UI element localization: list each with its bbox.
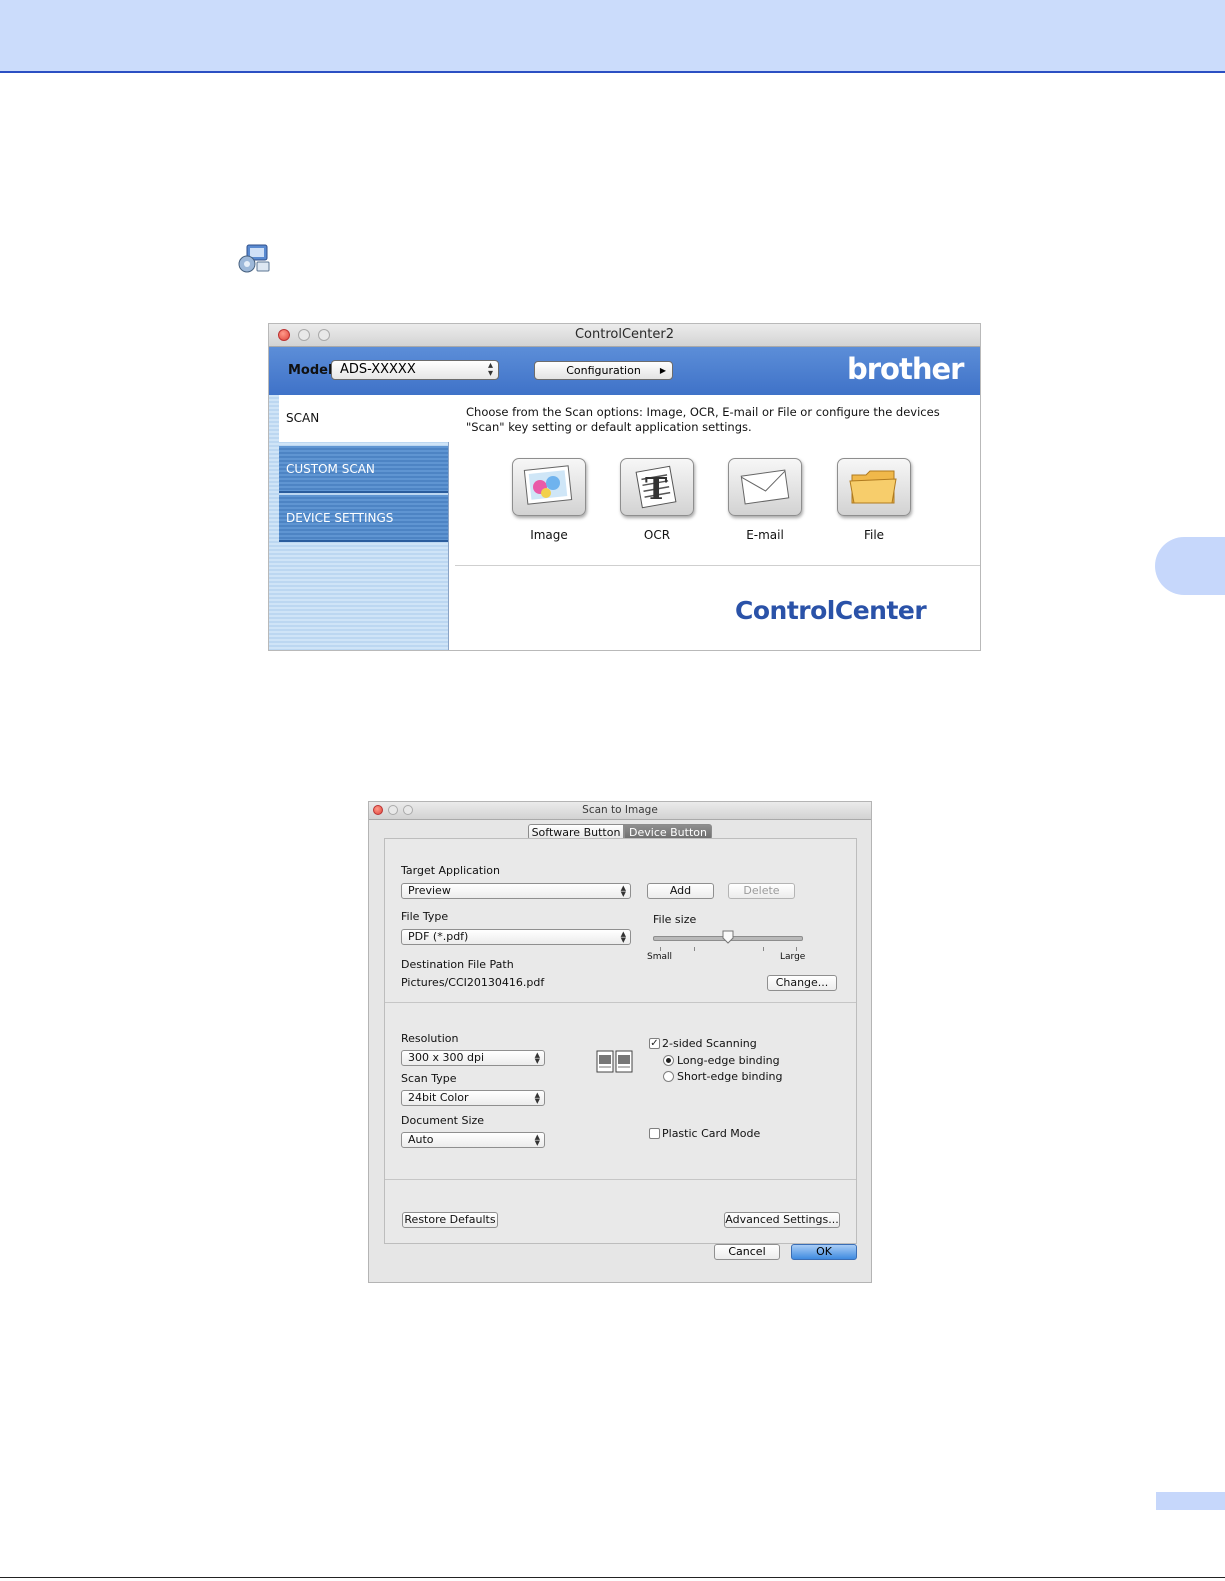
duplex-pages-icon	[596, 1050, 633, 1073]
configuration-button[interactable]: Configuration ▶	[534, 361, 673, 380]
sidebar-item-device-settings[interactable]: DEVICE SETTINGS	[279, 495, 448, 542]
page-number-tab	[1156, 1492, 1225, 1510]
destination-file-path-value: Pictures/CCI20130416.pdf	[401, 976, 545, 989]
ocr-icon: T	[635, 465, 677, 509]
file-type-select[interactable]: PDF (*.pdf) ▲ ▼	[401, 929, 631, 945]
updown-arrows-icon: ▲ ▼	[534, 1133, 540, 1147]
target-application-value: Preview	[408, 884, 451, 897]
model-value: ADS-XXXXX	[340, 362, 416, 377]
controlcenter2-window: ControlCenter2 Model ADS-XXXXX ▴ ▾ Config…	[268, 323, 981, 651]
configuration-label: Configuration	[566, 364, 641, 377]
scan-option-image[interactable]: Image	[504, 458, 594, 542]
description-line-2: "Scan" key setting or default applicatio…	[466, 420, 752, 434]
dialog-titlebar: Scan to Image	[369, 802, 871, 820]
model-label: Model	[288, 363, 333, 378]
plastic-card-mode-label: Plastic Card Mode	[662, 1127, 761, 1140]
file-label: File	[863, 528, 885, 542]
chapter-tab	[1155, 537, 1225, 595]
play-arrow-icon: ▶	[659, 366, 666, 375]
window-titlebar: ControlCenter2	[269, 324, 980, 347]
file-type-value: PDF (*.pdf)	[408, 930, 469, 943]
resolution-label: Resolution	[401, 1032, 459, 1045]
scan-panel: Choose from the Scan options: Image, OCR…	[449, 395, 980, 650]
description-line-1: Choose from the Scan options: Image, OCR…	[466, 405, 940, 419]
sidebar-item-scan[interactable]: SCAN	[279, 395, 449, 442]
folder-icon	[849, 470, 897, 504]
file-size-small-label: Small	[647, 952, 672, 962]
target-application-label: Target Application	[401, 864, 500, 877]
updown-arrows-icon: ▴ ▾	[487, 360, 493, 379]
sidebar-item-custom-scan[interactable]: CUSTOM SCAN	[279, 446, 448, 493]
restore-defaults-button[interactable]: Restore Defaults	[402, 1212, 498, 1228]
plastic-card-mode-checkbox[interactable]	[649, 1128, 660, 1139]
delete-button[interactable]: Delete	[728, 883, 795, 899]
document-size-value: Auto	[408, 1133, 434, 1146]
brother-logo: brother	[847, 352, 964, 386]
scan-description: Choose from the Scan options: Image, OCR…	[466, 405, 976, 435]
two-sided-scanning-checkbox[interactable]: ✓	[649, 1038, 660, 1049]
section-separator	[385, 1002, 856, 1003]
sidebar: SCAN CUSTOM SCAN DEVICE SETTINGS	[269, 395, 449, 650]
ok-button[interactable]: OK	[791, 1244, 857, 1260]
resolution-value: 300 x 300 dpi	[408, 1051, 485, 1064]
scan-option-email[interactable]: E-mail	[720, 458, 810, 542]
updown-arrows-icon: ▲ ▼	[620, 930, 626, 944]
long-edge-binding-label: Long-edge binding	[677, 1054, 780, 1067]
image-label: Image	[530, 528, 568, 542]
updown-arrows-icon: ▲ ▼	[534, 1051, 540, 1065]
advanced-settings-button[interactable]: Advanced Settings...	[724, 1212, 840, 1228]
page-header-band	[0, 0, 1225, 73]
toolbar: Model ADS-XXXXX ▴ ▾ Configuration ▶ broth…	[269, 347, 980, 395]
panel-divider	[455, 565, 980, 566]
scan-type-value: 24bit Color	[408, 1091, 469, 1104]
destination-file-path-label: Destination File Path	[401, 958, 514, 971]
email-icon	[740, 469, 790, 505]
scan-type-select[interactable]: 24bit Color ▲ ▼	[401, 1090, 545, 1106]
resolution-select[interactable]: 300 x 300 dpi ▲ ▼	[401, 1050, 545, 1066]
footer-rule	[0, 1577, 1225, 1578]
add-button[interactable]: Add	[647, 883, 714, 899]
slider-tick	[660, 947, 661, 951]
file-size-slider-thumb[interactable]	[722, 930, 734, 944]
email-button[interactable]	[728, 458, 802, 516]
scan-option-ocr[interactable]: T OCR	[612, 458, 702, 542]
short-edge-binding-label: Short-edge binding	[677, 1070, 783, 1083]
svg-text:T: T	[645, 472, 668, 507]
slider-tick	[763, 947, 764, 951]
ocr-button[interactable]: T	[620, 458, 694, 516]
document-size-select[interactable]: Auto ▲ ▼	[401, 1132, 545, 1148]
document-size-label: Document Size	[401, 1114, 485, 1127]
controlcenter-dock-icon	[238, 244, 270, 273]
file-type-label: File Type	[401, 910, 449, 923]
file-size-label: File size	[653, 913, 697, 926]
slider-tick	[796, 947, 797, 951]
file-button[interactable]	[837, 458, 911, 516]
long-edge-binding-radio[interactable]	[663, 1055, 674, 1066]
image-icon	[523, 465, 573, 505]
scan-type-label: Scan Type	[401, 1072, 457, 1085]
scan-to-image-dialog: Scan to Image Software Button Device But…	[368, 801, 872, 1283]
updown-arrows-icon: ▲ ▼	[534, 1091, 540, 1105]
ocr-label: OCR	[643, 528, 671, 542]
cancel-button[interactable]: Cancel	[714, 1244, 780, 1260]
slider-tick	[694, 947, 695, 951]
file-size-large-label: Large	[780, 952, 806, 962]
target-application-select[interactable]: Preview ▲ ▼	[401, 883, 631, 899]
controlcenter-logo: ControlCenter	[735, 596, 927, 625]
short-edge-binding-radio[interactable]	[663, 1071, 674, 1082]
settings-panel: Target Application Preview ▲ ▼ Add Delete…	[384, 838, 857, 1244]
scan-option-file[interactable]: File	[829, 458, 919, 542]
window-title: ControlCenter2	[574, 327, 675, 342]
dialog-title: Scan to Image	[582, 804, 658, 816]
section-separator	[385, 1179, 856, 1180]
email-label: E-mail	[746, 528, 784, 542]
updown-arrows-icon: ▲ ▼	[620, 884, 626, 898]
two-sided-scanning-label: 2-sided Scanning	[662, 1037, 757, 1050]
image-button[interactable]	[512, 458, 586, 516]
change-button[interactable]: Change...	[767, 975, 837, 991]
model-select[interactable]: ADS-XXXXX ▴ ▾	[331, 360, 499, 380]
